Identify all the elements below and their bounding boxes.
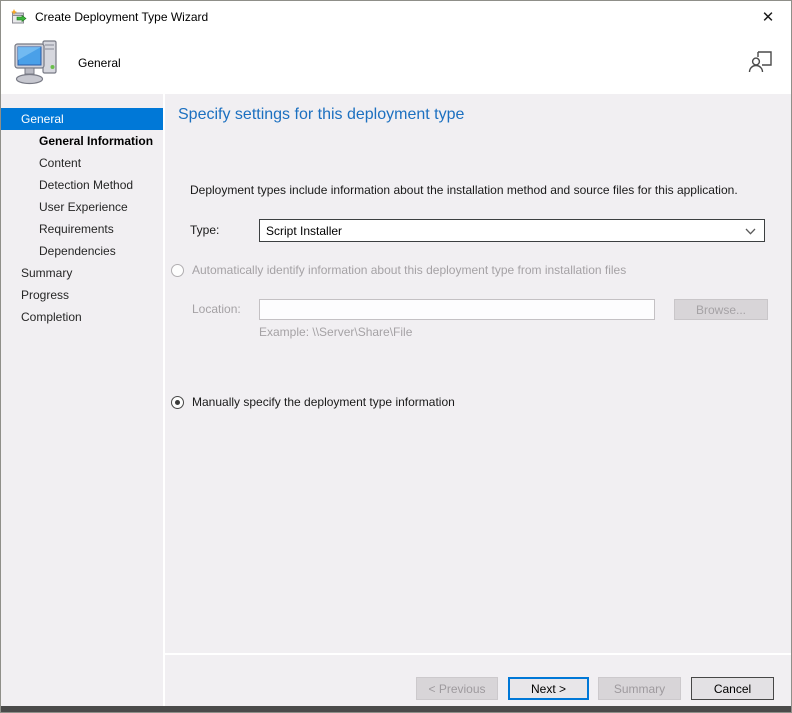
page-content: Specify settings for this deployment typ… bbox=[165, 94, 792, 708]
sidebar-item-dependencies[interactable]: Dependencies bbox=[1, 240, 163, 262]
next-button[interactable]: Next > bbox=[508, 677, 589, 700]
sidebar-item-user-experience[interactable]: User Experience bbox=[1, 196, 163, 218]
sidebar-item-general[interactable]: General bbox=[1, 108, 163, 130]
wizard-icon bbox=[11, 9, 27, 25]
create-deployment-type-wizard-window: Create Deployment Type Wizard ✕ General bbox=[0, 0, 792, 713]
previous-button: < Previous bbox=[416, 677, 498, 700]
window-title: Create Deployment Type Wizard bbox=[35, 1, 208, 33]
computer-icon bbox=[13, 38, 63, 91]
summary-button: Summary bbox=[598, 677, 681, 700]
sidebar-item-content[interactable]: Content bbox=[1, 152, 163, 174]
page-description: Deployment types include information abo… bbox=[190, 183, 738, 197]
location-label: Location: bbox=[192, 299, 241, 320]
sidebar-item-progress[interactable]: Progress bbox=[1, 284, 163, 306]
sidebar-item-detection-method[interactable]: Detection Method bbox=[1, 174, 163, 196]
manual-specify-option[interactable]: Manually specify the deployment type inf… bbox=[171, 395, 455, 409]
sidebar-item-requirements[interactable]: Requirements bbox=[1, 218, 163, 240]
cancel-button[interactable]: Cancel bbox=[691, 677, 774, 700]
auto-identify-label: Automatically identify information about… bbox=[189, 263, 626, 277]
location-example-hint: Example: \\Server\Share\File bbox=[259, 325, 412, 339]
auto-identify-option: Automatically identify information about… bbox=[171, 263, 626, 277]
close-icon[interactable]: ✕ bbox=[745, 1, 791, 32]
type-label: Type: bbox=[190, 219, 219, 242]
page-heading: Specify settings for this deployment typ… bbox=[178, 106, 464, 124]
wizard-nav: General General Information Content Dete… bbox=[1, 94, 163, 708]
location-input bbox=[259, 299, 655, 320]
footer-separator bbox=[165, 653, 791, 655]
titlebar: Create Deployment Type Wizard ✕ bbox=[1, 1, 791, 33]
sidebar-item-summary[interactable]: Summary bbox=[1, 262, 163, 284]
help-icon[interactable] bbox=[747, 50, 773, 74]
manual-specify-radio[interactable] bbox=[171, 396, 184, 409]
type-select[interactable]: Script Installer bbox=[259, 219, 765, 242]
sidebar-item-completion[interactable]: Completion bbox=[1, 306, 163, 328]
chevron-down-icon bbox=[745, 224, 756, 238]
sidebar-item-general-information[interactable]: General Information bbox=[1, 130, 163, 152]
wizard-header: General bbox=[1, 33, 791, 94]
browse-button: Browse... bbox=[674, 299, 768, 320]
manual-specify-label: Manually specify the deployment type inf… bbox=[189, 395, 455, 409]
header-page-title: General bbox=[78, 33, 121, 94]
type-select-value: Script Installer bbox=[266, 224, 745, 238]
window-bottom-edge bbox=[1, 706, 791, 712]
auto-identify-radio bbox=[171, 264, 184, 277]
wizard-body: General General Information Content Dete… bbox=[1, 94, 791, 708]
